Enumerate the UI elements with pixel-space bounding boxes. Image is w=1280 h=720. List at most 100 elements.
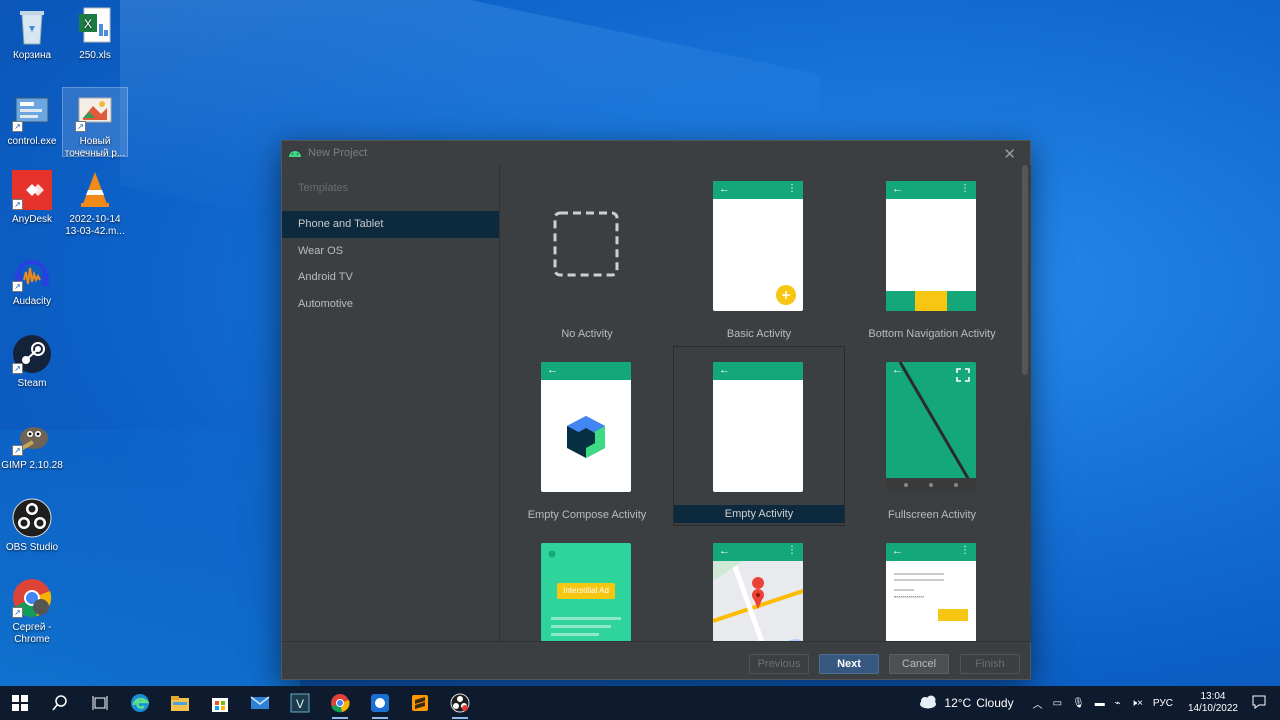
desktop-icon-vlc-file[interactable]: 2022-10-14 13-03-42.m... bbox=[63, 170, 127, 238]
sublime-icon[interactable] bbox=[400, 686, 440, 720]
search-icon[interactable] bbox=[40, 686, 80, 720]
desktop-icon-image-file[interactable]: ↗ Новый точечный р... bbox=[62, 87, 128, 159]
control-panel-icon: ↗ bbox=[12, 92, 52, 132]
desktop-icon-obs[interactable]: OBS Studio bbox=[0, 498, 64, 554]
desktop-icon-steam[interactable]: ↗ Steam bbox=[0, 334, 64, 390]
desktop-icon-gimp[interactable]: ↗ GIMP 2.10.28 bbox=[0, 416, 64, 472]
desktop-icon-label: Новый точечный р... bbox=[64, 136, 126, 159]
template-label: Empty Compose Activity bbox=[527, 509, 647, 521]
desktop-icon-excel-file[interactable]: X 250.xls bbox=[63, 6, 127, 62]
template-empty-activity[interactable]: ← Empty Activity bbox=[673, 346, 845, 526]
svg-text:V: V bbox=[296, 697, 304, 711]
unknown-app-icon[interactable] bbox=[360, 686, 400, 720]
audacity-icon: ↗ bbox=[12, 252, 52, 292]
finish-button[interactable]: Finish bbox=[960, 654, 1020, 674]
template-gallery: No Activity ← ⋮ Basic Activity ← ⋮ Bottom … bbox=[501, 165, 1031, 643]
close-icon[interactable]: ✕ bbox=[1003, 145, 1016, 163]
weather-icon[interactable] bbox=[918, 695, 938, 712]
empty-placeholder-icon bbox=[553, 211, 619, 277]
dialog-titlebar: New Project ✕ bbox=[282, 141, 1030, 165]
shortcut-arrow-icon: ↗ bbox=[12, 363, 23, 374]
template-google-maps-activity[interactable]: ← ⋮ bbox=[673, 527, 845, 643]
dialog-title: New Project bbox=[308, 147, 368, 159]
taskbar: V 12°C Cloudy ︿ ▭ 🎙 ▬ ⌁ 🕨× РУС 13:04 14/… bbox=[0, 686, 1280, 720]
sidebar-item-android-tv[interactable]: Android TV bbox=[282, 264, 499, 291]
obs-icon bbox=[12, 498, 52, 538]
svg-text:X: X bbox=[84, 17, 92, 31]
interstitial-ad-badge: Interstitial Ad bbox=[557, 583, 615, 599]
store-icon[interactable] bbox=[200, 686, 240, 720]
desktop-icon-recycle-bin[interactable]: Корзина bbox=[0, 6, 64, 62]
desktop-icon-audacity[interactable]: ↗ Audacity bbox=[0, 252, 64, 308]
shortcut-arrow-icon: ↗ bbox=[12, 281, 23, 292]
overflow-menu-icon: ⋮ bbox=[960, 545, 970, 556]
back-arrow-icon: ← bbox=[892, 545, 903, 557]
desktop-icon-label: Сергей - Chrome bbox=[12, 622, 52, 645]
chrome-icon[interactable] bbox=[320, 686, 360, 720]
edge-icon[interactable] bbox=[120, 686, 160, 720]
weather-temp[interactable]: 12°C bbox=[944, 696, 971, 710]
network-icon[interactable]: ⌁ bbox=[1115, 698, 1121, 709]
template-interstitial-ad[interactable]: Interstitial Ad bbox=[501, 527, 673, 643]
template-no-activity[interactable]: No Activity bbox=[501, 165, 673, 345]
template-basic-activity[interactable]: ← ⋮ Basic Activity bbox=[673, 165, 845, 345]
overflow-menu-icon: ⋮ bbox=[787, 545, 797, 556]
task-view-icon[interactable] bbox=[80, 686, 120, 720]
back-arrow-icon: ← bbox=[547, 364, 558, 376]
meet-now-icon[interactable]: ▭ bbox=[1053, 698, 1062, 709]
jetpack-compose-icon bbox=[567, 416, 605, 458]
phone-preview: ← ⋮ bbox=[713, 181, 803, 311]
obs-icon[interactable] bbox=[440, 686, 480, 720]
microphone-icon[interactable]: 🎙 bbox=[1072, 698, 1085, 709]
clock[interactable]: 13:04 14/10/2022 bbox=[1188, 691, 1238, 715]
fullscreen-icon bbox=[956, 368, 970, 382]
template-fullscreen-activity[interactable]: ← Fullscreen Activity bbox=[846, 346, 1018, 526]
vlc-file-icon bbox=[75, 170, 115, 210]
template-label: Fullscreen Activity bbox=[887, 509, 977, 521]
android-studio-icon bbox=[288, 148, 302, 158]
desktop-icon-anydesk[interactable]: ↗ AnyDesk bbox=[0, 170, 64, 226]
sidebar-item-phone-and-tablet[interactable]: Phone and Tablet bbox=[282, 211, 499, 238]
weather-condition[interactable]: Cloudy bbox=[976, 696, 1013, 710]
phone-preview: ← ⋮ bbox=[886, 181, 976, 311]
sidebar-header: Templates bbox=[298, 182, 349, 194]
template-label: Basic Activity bbox=[726, 328, 792, 340]
phone-preview: Interstitial Ad bbox=[541, 543, 631, 643]
chevron-up-icon[interactable]: ︿ bbox=[1033, 696, 1043, 711]
template-empty-compose-activity[interactable]: ← Empty Compose Activity bbox=[501, 346, 673, 526]
notification-icon[interactable] bbox=[1252, 695, 1266, 712]
desktop-icon-label: 250.xls bbox=[79, 50, 111, 61]
back-arrow-icon: ← bbox=[719, 364, 730, 376]
cancel-button[interactable]: Cancel bbox=[889, 654, 949, 674]
next-button[interactable]: Next bbox=[819, 654, 879, 674]
phone-preview: ← bbox=[886, 362, 976, 492]
desktop-icon-label: OBS Studio bbox=[5, 542, 59, 553]
bottom-navigation-bar bbox=[886, 291, 976, 311]
template-label: No Activity bbox=[561, 328, 613, 340]
dialog-footer: Previous Next Cancel Finish bbox=[282, 641, 1030, 679]
desktop-icon-label: Audacity bbox=[12, 296, 52, 307]
back-arrow-icon: ← bbox=[892, 183, 903, 195]
battery-icon[interactable]: ▬ bbox=[1095, 698, 1105, 709]
desktop-icon-chrome-profile[interactable]: ↗ Сергей - Chrome bbox=[0, 578, 64, 646]
start-icon[interactable] bbox=[0, 686, 40, 720]
desktop-icon-control-exe[interactable]: ↗ control.exe bbox=[0, 92, 64, 148]
gallery-scrollbar[interactable] bbox=[1022, 165, 1028, 375]
template-login-activity[interactable]: ← ⋮ bbox=[846, 527, 1018, 643]
wallpaper-light-beam bbox=[0, 430, 300, 720]
vim-icon[interactable]: V bbox=[280, 686, 320, 720]
previous-button[interactable]: Previous bbox=[749, 654, 809, 674]
map-preview bbox=[713, 561, 803, 643]
desktop-icon-label: GIMP 2.10.28 bbox=[1, 460, 63, 471]
file-explorer-icon[interactable] bbox=[160, 686, 200, 720]
sidebar-item-wear-os[interactable]: Wear OS bbox=[282, 238, 499, 265]
back-arrow-icon: ← bbox=[719, 183, 730, 195]
volume-icon[interactable]: 🕨× bbox=[1131, 698, 1143, 709]
phone-preview: ← bbox=[713, 362, 803, 492]
language-indicator[interactable]: РУС bbox=[1153, 698, 1173, 709]
template-bottom-navigation-activity[interactable]: ← ⋮ Bottom Navigation Activity bbox=[846, 165, 1018, 345]
mail-icon[interactable] bbox=[240, 686, 280, 720]
phone-preview: ← bbox=[541, 362, 631, 492]
sidebar-item-automotive[interactable]: Automotive bbox=[282, 291, 499, 318]
steam-icon: ↗ bbox=[12, 334, 52, 374]
